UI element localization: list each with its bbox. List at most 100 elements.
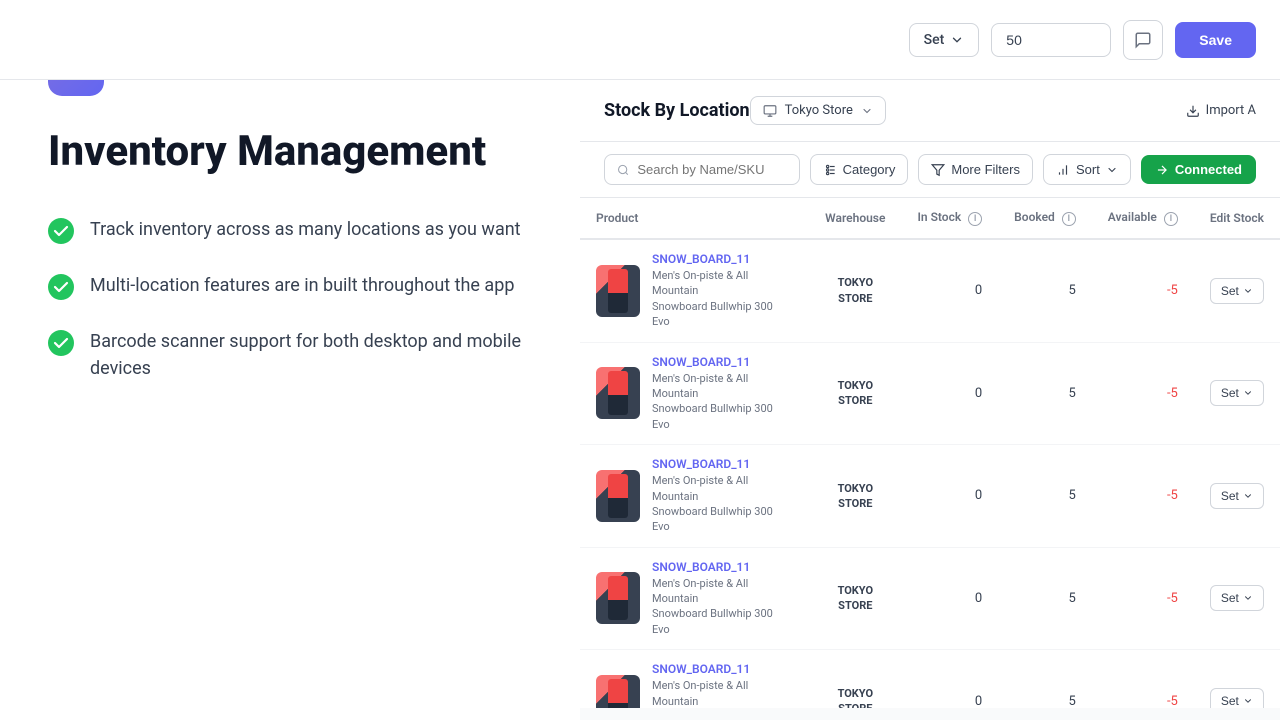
set-stock-button[interactable]: Set — [1210, 278, 1264, 304]
product-sku: SNOW_BOARD_11 — [652, 457, 793, 471]
edit-stock-cell: Set — [1194, 445, 1280, 548]
category-icon — [823, 163, 837, 177]
location-name: Tokyo Store — [785, 103, 853, 118]
warehouse-label: TOKYOSTORE — [825, 275, 885, 306]
col-warehouse: Warehouse — [809, 198, 901, 239]
search-box[interactable] — [604, 154, 800, 185]
edit-stock-cell: Set — [1194, 239, 1280, 342]
set-chevron-icon — [1243, 696, 1253, 706]
set-chevron-icon — [1243, 491, 1253, 501]
product-thumbnail — [596, 572, 640, 624]
col-booked: Booked i — [998, 198, 1092, 239]
chevron-down-icon — [861, 105, 873, 117]
check-icon-3 — [48, 330, 74, 356]
available-cell: -5 — [1092, 445, 1194, 548]
filter-icon — [931, 163, 945, 177]
import-button[interactable]: Import A — [1186, 103, 1256, 118]
connected-button[interactable]: Connected — [1141, 155, 1256, 184]
product-cell: SNOW_BOARD_11 Men's On-piste & All Mount… — [580, 547, 809, 650]
set-stock-button[interactable]: Set — [1210, 380, 1264, 406]
product-cell: SNOW_BOARD_11 Men's On-piste & All Mount… — [580, 650, 809, 708]
available-cell: -5 — [1092, 342, 1194, 445]
sort-button[interactable]: Sort — [1043, 154, 1131, 185]
filter-bar: Category More Filters Sort Connected — [580, 142, 1280, 198]
available-cell: -5 — [1092, 239, 1194, 342]
in-stock-cell: 0 — [901, 239, 998, 342]
table-row: SNOW_BOARD_11 Men's On-piste & All Mount… — [580, 650, 1280, 708]
warehouse-cell: TOKYOSTORE — [809, 547, 901, 650]
warehouse-label: TOKYOSTORE — [825, 481, 885, 512]
available-info-icon[interactable]: i — [1164, 212, 1178, 226]
product-cell: SNOW_BOARD_11 Men's On-piste & All Mount… — [580, 342, 809, 445]
warehouse-cell: TOKYOSTORE — [809, 239, 901, 342]
booked-cell: 5 — [998, 650, 1092, 708]
comment-button[interactable] — [1123, 20, 1163, 60]
set-chevron-icon — [1243, 593, 1253, 603]
col-available: Available i — [1092, 198, 1194, 239]
connected-icon — [1155, 163, 1169, 177]
location-icon — [763, 104, 777, 118]
product-sku: SNOW_BOARD_11 — [652, 252, 793, 266]
left-panel: Inventory Management Track inventory acr… — [0, 0, 580, 720]
col-in-stock: In Stock i — [901, 198, 998, 239]
col-edit-stock: Edit Stock — [1194, 198, 1280, 239]
check-icon-1 — [48, 218, 74, 244]
set-chevron-icon — [1243, 286, 1253, 296]
quantity-input[interactable] — [991, 23, 1111, 57]
product-thumbnail — [596, 367, 640, 419]
product-cell: SNOW_BOARD_11 Men's On-piste & All Mount… — [580, 239, 809, 342]
feature-item-3: Barcode scanner support for both desktop… — [48, 328, 532, 382]
warehouse-cell: TOKYOSTORE — [809, 650, 901, 708]
booked-cell: 5 — [998, 547, 1092, 650]
more-filters-button[interactable]: More Filters — [918, 154, 1033, 185]
edit-stock-cell: Set — [1194, 547, 1280, 650]
in-stock-cell: 0 — [901, 650, 998, 708]
product-desc1: Men's On-piste & All Mountain — [652, 678, 793, 708]
booked-cell: 5 — [998, 239, 1092, 342]
product-thumbnail — [596, 470, 640, 522]
import-icon — [1186, 104, 1200, 118]
in-stock-cell: 0 — [901, 547, 998, 650]
product-sku: SNOW_BOARD_11 — [652, 355, 793, 369]
table-row: SNOW_BOARD_11 Men's On-piste & All Mount… — [580, 547, 1280, 650]
sort-icon — [1056, 163, 1070, 177]
booked-info-icon[interactable]: i — [1062, 212, 1076, 226]
set-stock-button[interactable]: Set — [1210, 585, 1264, 611]
comment-icon — [1134, 31, 1152, 49]
in-stock-info-icon[interactable]: i — [968, 212, 982, 226]
table-row: SNOW_BOARD_11 Men's On-piste & All Mount… — [580, 445, 1280, 548]
table-header-row: Product Warehouse In Stock i Booked i Av — [580, 198, 1280, 239]
feature-list: Track inventory across as many locations… — [48, 216, 532, 382]
table-container: Product Warehouse In Stock i Booked i Av — [580, 198, 1280, 708]
feature-item-2: Multi-location features are in built thr… — [48, 272, 532, 300]
sort-label: Sort — [1076, 162, 1100, 177]
table-row: SNOW_BOARD_11 Men's On-piste & All Mount… — [580, 342, 1280, 445]
product-desc2: Snowboard Bullwhip 300 Evo — [652, 606, 793, 637]
save-button[interactable]: Save — [1175, 22, 1256, 58]
product-sku: SNOW_BOARD_11 — [652, 560, 793, 574]
product-desc1: Men's On-piste & All Mountain — [652, 268, 793, 299]
search-icon — [617, 163, 629, 177]
set-stock-button[interactable]: Set — [1210, 483, 1264, 509]
top-bar: Set Save — [0, 0, 1280, 80]
chevron-down-icon — [950, 33, 964, 47]
set-dropdown[interactable]: Set — [909, 23, 980, 57]
table-row: SNOW_BOARD_11 Men's On-piste & All Mount… — [580, 239, 1280, 342]
booked-cell: 5 — [998, 342, 1092, 445]
in-stock-cell: 0 — [901, 342, 998, 445]
set-stock-button[interactable]: Set — [1210, 688, 1264, 708]
warehouse-label: TOKYOSTORE — [825, 686, 885, 708]
stock-header: Stock By Location Tokyo Store Import A — [580, 80, 1280, 142]
product-desc2: Snowboard Bullwhip 300 Evo — [652, 401, 793, 432]
category-label: Category — [843, 162, 896, 177]
product-thumbnail — [596, 265, 640, 317]
product-desc2: Snowboard Bullwhip 300 Evo — [652, 299, 793, 330]
search-input[interactable] — [637, 162, 786, 177]
warehouse-label: TOKYOSTORE — [825, 583, 885, 614]
edit-stock-cell: Set — [1194, 650, 1280, 708]
category-filter-button[interactable]: Category — [810, 154, 909, 185]
available-cell: -5 — [1092, 650, 1194, 708]
location-selector[interactable]: Tokyo Store — [750, 96, 886, 125]
edit-stock-cell: Set — [1194, 342, 1280, 445]
check-icon-2 — [48, 274, 74, 300]
